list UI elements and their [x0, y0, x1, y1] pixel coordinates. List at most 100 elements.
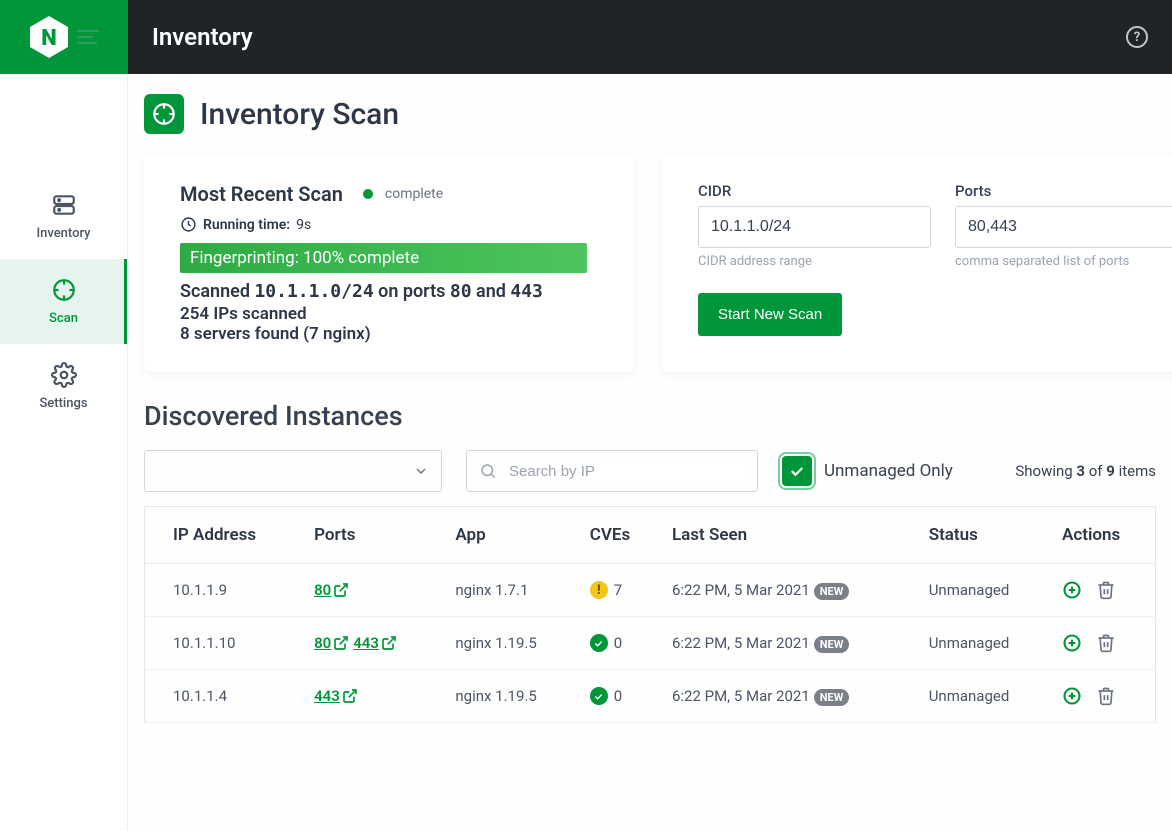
cell-app: nginx 1.19.5 — [443, 670, 577, 723]
ports-input[interactable] — [955, 206, 1172, 248]
cell-status: Unmanaged — [917, 564, 1050, 617]
cve-count: 0 — [614, 687, 622, 705]
cell-actions — [1050, 617, 1155, 670]
sidebar-item-scan[interactable]: Scan — [0, 259, 127, 344]
col-app: App — [443, 507, 577, 564]
col-ports: Ports — [302, 507, 443, 564]
cell-ports: 443 — [302, 670, 443, 723]
scanned-line: Scanned 10.1.1.0/24 on ports 80 and 443 — [180, 281, 598, 302]
servers-found-text: 8 servers found (7 nginx) — [180, 324, 598, 344]
table-row: 10.1.1.1080 443 nginx 1.19.506:22 PM, 5 … — [145, 617, 1156, 670]
sidebar: Inventory Scan Settings — [0, 74, 128, 831]
running-time-value: 9s — [296, 217, 311, 233]
page-title: Inventory Scan — [200, 97, 399, 132]
col-ip: IP Address — [145, 507, 303, 564]
cell-status: Unmanaged — [917, 617, 1050, 670]
nginx-hex-logo-icon: N — [29, 15, 69, 59]
external-link-icon — [342, 688, 358, 704]
new-badge: NEW — [814, 689, 850, 706]
ports-hint: comma separated list of ports — [955, 254, 1172, 269]
progress-bar: Fingerprinting: 100% complete — [180, 243, 587, 273]
cell-cves: 0 — [578, 617, 660, 670]
cell-ip: 10.1.1.4 — [145, 670, 303, 723]
search-by-ip-input[interactable] — [466, 450, 758, 492]
sidebar-item-label: Settings — [39, 396, 87, 411]
port-link[interactable]: 443 — [314, 687, 358, 705]
cell-cves: 0 — [578, 670, 660, 723]
discovered-instances-title: Discovered Instances — [144, 400, 1156, 432]
external-link-icon — [333, 635, 349, 651]
cell-cves: !7 — [578, 564, 660, 617]
cell-app: nginx 1.7.1 — [443, 564, 577, 617]
ips-scanned-text: 254 IPs scanned — [180, 304, 598, 324]
svg-text:N: N — [41, 26, 56, 51]
cell-ports: 80 — [302, 564, 443, 617]
cve-count: 7 — [614, 581, 622, 599]
help-icon[interactable]: ? — [1126, 26, 1148, 48]
new-badge: NEW — [814, 636, 850, 653]
cidr-hint: CIDR address range — [698, 254, 931, 269]
new-scan-form-card: CIDR CIDR address range Ports comma sepa… — [662, 154, 1172, 372]
port-link[interactable]: 80 — [314, 581, 349, 599]
top-bar: Inventory ? — [128, 0, 1172, 74]
col-actions: Actions — [1050, 507, 1155, 564]
table-row: 10.1.1.980 nginx 1.7.1!76:22 PM, 5 Mar 2… — [145, 564, 1156, 617]
running-time-label: Running time: — [203, 217, 290, 233]
search-icon — [479, 462, 497, 480]
cell-actions — [1050, 670, 1155, 723]
gear-icon — [51, 362, 77, 388]
external-link-icon — [381, 635, 397, 651]
cidr-label: CIDR — [698, 182, 931, 200]
col-cves: CVEs — [578, 507, 660, 564]
cve-count: 0 — [614, 634, 622, 652]
main-content: Inventory Scan Most Recent Scan complete… — [128, 74, 1172, 831]
table-header-row: IP Address Ports App CVEs Last Seen Stat… — [145, 507, 1156, 564]
sidebar-item-label: Inventory — [36, 226, 90, 241]
port-link[interactable]: 443 — [353, 634, 397, 652]
add-instance-button[interactable] — [1062, 686, 1082, 706]
port-link[interactable]: 80 — [314, 634, 349, 652]
instances-table: IP Address Ports App CVEs Last Seen Stat… — [144, 506, 1156, 723]
table-row: 10.1.1.4 443 nginx 1.19.5 0 6:22 PM, 5 Mar … — [145, 670, 1156, 723]
unmanaged-only-checkbox[interactable] — [782, 456, 812, 486]
chevron-down-icon — [413, 463, 429, 479]
cell-actions — [1050, 564, 1155, 617]
sidebar-item-inventory[interactable]: Inventory — [0, 174, 127, 259]
add-instance-button[interactable] — [1062, 633, 1082, 653]
cell-status: Unmanaged — [917, 670, 1050, 723]
col-status: Status — [917, 507, 1050, 564]
search-input-field[interactable] — [509, 463, 745, 480]
cell-ip: 10.1.1.10 — [145, 617, 303, 670]
crosshair-icon — [51, 277, 77, 303]
page-title-crosshair-icon — [144, 94, 184, 134]
server-icon — [51, 192, 77, 218]
menu-toggle-icon[interactable] — [77, 30, 99, 44]
cell-last-seen: 6:22 PM, 5 Mar 2021NEW — [660, 617, 917, 670]
delete-instance-button[interactable] — [1096, 633, 1116, 653]
cidr-input[interactable] — [698, 206, 931, 248]
cell-last-seen: 6:22 PM, 5 Mar 2021NEW — [660, 564, 917, 617]
filter-select[interactable] — [144, 450, 442, 492]
start-new-scan-button[interactable]: Start New Scan — [698, 293, 842, 336]
col-last-seen: Last Seen — [660, 507, 917, 564]
cve-ok-icon — [590, 687, 608, 705]
top-bar-title: Inventory — [152, 23, 253, 51]
scan-card-title: Most Recent Scan — [180, 182, 343, 206]
clock-icon — [180, 216, 197, 233]
cve-ok-icon — [590, 634, 608, 652]
delete-instance-button[interactable] — [1096, 580, 1116, 600]
brand-logo-area: N — [0, 0, 128, 74]
scan-status-text: complete — [385, 186, 443, 202]
cell-last-seen: 6:22 PM, 5 Mar 2021NEW — [660, 670, 917, 723]
cell-app: nginx 1.19.5 — [443, 617, 577, 670]
delete-instance-button[interactable] — [1096, 686, 1116, 706]
external-link-icon — [333, 582, 349, 598]
sidebar-item-settings[interactable]: Settings — [0, 344, 127, 429]
ports-label: Ports — [955, 182, 1172, 200]
check-icon — [788, 462, 806, 480]
cve-warning-icon: ! — [590, 581, 608, 599]
cell-ports: 80 443 — [302, 617, 443, 670]
add-instance-button[interactable] — [1062, 580, 1082, 600]
new-badge: NEW — [814, 583, 850, 600]
cell-ip: 10.1.1.9 — [145, 564, 303, 617]
